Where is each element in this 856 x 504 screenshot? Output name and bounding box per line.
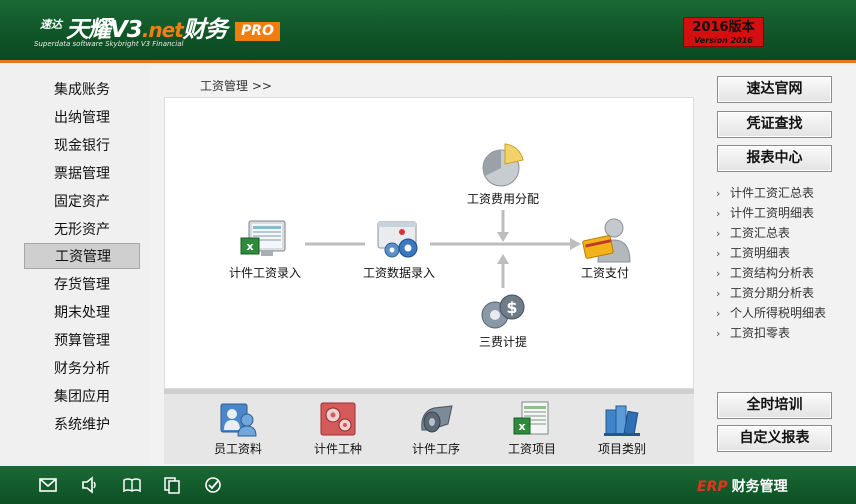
sidebar-item-maintenance[interactable]: 系统维护 bbox=[24, 412, 140, 438]
module-title: ERP 财务管理 bbox=[697, 479, 788, 495]
breadcrumb: 工资管理 >> bbox=[200, 79, 272, 93]
report-link-salary-structure[interactable]: › 工资结构分析表 bbox=[716, 263, 851, 283]
svg-text:$: $ bbox=[506, 298, 517, 317]
check-icon[interactable] bbox=[203, 475, 223, 495]
sidebar-item-payroll[interactable]: 工资管理 bbox=[24, 243, 140, 269]
bottom-item-salary-items[interactable]: x 工资项目 bbox=[496, 400, 568, 457]
report-link-salary-period[interactable]: › 工资分期分析表 bbox=[716, 283, 851, 303]
sidebar-item-fixed-assets[interactable]: 固定资产 bbox=[24, 189, 140, 215]
version-cn: 2016版本 bbox=[692, 20, 755, 35]
sidebar-item-inventory[interactable]: 存货管理 bbox=[24, 272, 140, 298]
monitor-spreadsheet-icon: x bbox=[240, 220, 286, 256]
salary-payment-node[interactable]: 工资支付 bbox=[569, 216, 641, 281]
process-icon bbox=[421, 405, 453, 433]
book-icon[interactable] bbox=[122, 475, 142, 495]
salary-items-label: 工资项目 bbox=[507, 442, 556, 456]
chevron-right-icon: › bbox=[716, 247, 721, 260]
speaker-icon[interactable] bbox=[80, 475, 100, 495]
sidebar-item-analysis[interactable]: 财务分析 bbox=[24, 356, 140, 382]
chevron-right-icon: › bbox=[716, 207, 721, 220]
report-link-salary-detail[interactable]: › 工资明细表 bbox=[716, 243, 851, 263]
employee-info-label: 员工资料 bbox=[213, 442, 262, 456]
logo-small-text: 速达 bbox=[40, 18, 62, 31]
official-site-button[interactable]: 速达官网 bbox=[717, 76, 832, 103]
report-link-salary-summary[interactable]: › 工资汇总表 bbox=[716, 223, 851, 243]
sidebar-item-bills[interactable]: 票据管理 bbox=[24, 161, 140, 187]
pie-chart-icon bbox=[482, 143, 524, 187]
workflow-panel: x 计件工资录入 工资数据录入 工资费用分配 $ 三费计提 工资支付 bbox=[164, 97, 694, 389]
logo-title: 天耀V3.net财务 bbox=[66, 17, 228, 43]
item-category-label: 项目类别 bbox=[597, 442, 646, 456]
chevron-right-icon: › bbox=[716, 307, 721, 320]
sidebar-item-intangible-assets[interactable]: 无形资产 bbox=[24, 217, 140, 243]
spreadsheet-icon: x bbox=[513, 401, 549, 435]
bottom-item-piece-work-process[interactable]: 计件工序 bbox=[400, 400, 472, 457]
sidebar-item-cash-bank[interactable]: 现金银行 bbox=[24, 133, 140, 159]
voucher-search-button[interactable]: 凭证查找 bbox=[717, 111, 832, 138]
gears-icon bbox=[320, 402, 356, 436]
piece-wage-entry-label: 计件工资录入 bbox=[228, 266, 301, 280]
custom-report-button[interactable]: 自定义报表 bbox=[717, 425, 832, 452]
sidebar-item-ledger[interactable]: 集成账务 bbox=[24, 77, 140, 103]
bottom-item-piece-work-type[interactable]: 计件工种 bbox=[302, 400, 374, 457]
svg-text:x: x bbox=[246, 240, 253, 253]
dollar-gears-icon: $ bbox=[481, 294, 525, 329]
employee-icon bbox=[220, 403, 257, 437]
bottom-item-employee-info[interactable]: 员工资料 bbox=[202, 400, 274, 457]
version-en: Version 2016 bbox=[694, 36, 753, 45]
sidebar-item-budget[interactable]: 预算管理 bbox=[24, 328, 140, 354]
report-link-piece-wage-detail[interactable]: › 计件工资明细表 bbox=[716, 203, 851, 223]
three-fees-accrual-label: 三费计提 bbox=[478, 335, 527, 349]
salary-expense-allocation-label: 工资费用分配 bbox=[466, 192, 539, 206]
mail-icon[interactable] bbox=[38, 475, 58, 495]
bottom-quick-panel: 员工资料 计件工种 计件工序 x 工资项目 项目类别 bbox=[164, 394, 694, 464]
copy-icon[interactable] bbox=[162, 475, 182, 495]
report-link-piece-wage-summary[interactable]: › 计件工资汇总表 bbox=[716, 183, 851, 203]
app-footer: ERP 财务管理 bbox=[0, 466, 856, 504]
piece-wage-entry-node[interactable]: x 计件工资录入 bbox=[225, 218, 305, 281]
chevron-right-icon: › bbox=[716, 287, 721, 300]
salary-data-entry-node[interactable]: 工资数据录入 bbox=[355, 218, 443, 281]
sidebar-item-cashier[interactable]: 出纳管理 bbox=[24, 105, 140, 131]
sidebar: 集成账务 出纳管理 现金银行 票据管理 固定资产 无形资产 工资管理 存货管理 … bbox=[0, 63, 150, 466]
data-entry-gears-icon bbox=[377, 221, 418, 258]
bottom-item-item-category[interactable]: 项目类别 bbox=[586, 400, 658, 457]
report-link-salary-rounding[interactable]: › 工资扣零表 bbox=[716, 323, 851, 343]
three-fees-accrual-node[interactable]: $ 三费计提 bbox=[471, 289, 535, 350]
report-center-button[interactable]: 报表中心 bbox=[717, 145, 832, 172]
version-badge: 2016版本 Version 2016 bbox=[683, 17, 764, 47]
salary-expense-allocation-node[interactable]: 工资费用分配 bbox=[463, 142, 543, 207]
pro-badge: PRO bbox=[235, 22, 280, 41]
report-link-income-tax[interactable]: › 个人所得税明细表 bbox=[716, 303, 851, 323]
training-button[interactable]: 全时培训 bbox=[717, 392, 832, 419]
books-icon bbox=[604, 405, 640, 436]
chevron-right-icon: › bbox=[716, 267, 721, 280]
chevron-right-icon: › bbox=[716, 327, 721, 340]
chevron-right-icon: › bbox=[716, 187, 721, 200]
sidebar-item-period-end[interactable]: 期末处理 bbox=[24, 300, 140, 326]
salary-payment-label: 工资支付 bbox=[580, 266, 629, 280]
sidebar-item-group[interactable]: 集团应用 bbox=[24, 384, 140, 410]
piece-work-type-label: 计件工种 bbox=[313, 442, 362, 456]
report-list: › 计件工资汇总表 › 计件工资明细表 › 工资汇总表 › 工资明细表 › 工资结构分析表… bbox=[716, 183, 851, 343]
svg-text:x: x bbox=[518, 420, 525, 433]
logo-subtitle: Superdata software Skybright V3 Financia… bbox=[34, 40, 184, 48]
chevron-right-icon: › bbox=[716, 227, 721, 240]
piece-work-process-label: 计件工序 bbox=[411, 442, 460, 456]
salary-data-entry-label: 工资数据录入 bbox=[362, 266, 435, 280]
payment-card-person-icon bbox=[582, 218, 631, 263]
app-header: 速达 天耀V3.net财务 Superdata software Skybrig… bbox=[0, 0, 856, 60]
